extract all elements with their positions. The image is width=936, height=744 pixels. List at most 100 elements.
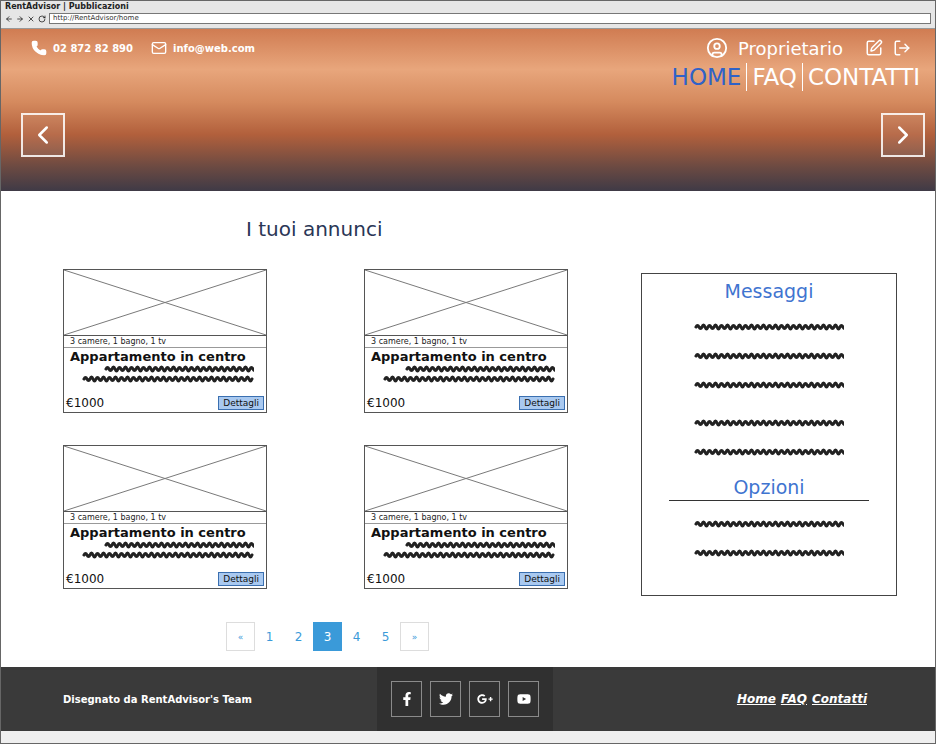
listing-description <box>365 364 567 384</box>
listing-card: 3 camere, 1 bagno, 1 tvAppartamento in c… <box>63 269 267 413</box>
sidebar-section: Opzioni <box>642 474 896 567</box>
details-button[interactable]: Dettagli <box>218 572 264 586</box>
url-field[interactable]: http://RentAdvisor/home <box>49 13 931 24</box>
image-placeholder <box>64 446 266 512</box>
email: info@web.com <box>151 40 255 56</box>
edit-icon[interactable] <box>865 39 883 57</box>
page-link[interactable]: 1 <box>255 622 284 651</box>
listings-column: I tuoi annunci3 camere, 1 bagno, 1 tvApp… <box>63 217 568 667</box>
scribble-text <box>694 519 844 529</box>
chevron-right-icon <box>888 120 918 150</box>
footer-link[interactable]: Home <box>737 692 776 706</box>
listing-footer: €1000 Dettagli <box>64 396 266 412</box>
forward-icon[interactable] <box>16 15 24 23</box>
hero-banner: 02 872 82 890 info@web.com Proprietario HOM… <box>1 29 935 191</box>
footer-links: Home FAQ Contatti <box>553 692 935 706</box>
scribble-text <box>405 540 555 550</box>
listing-card: 3 camere, 1 bagno, 1 tvAppartamento in c… <box>63 445 267 589</box>
listing-title: Appartamento in centro <box>64 524 266 540</box>
user-name[interactable]: Proprietario <box>738 38 843 59</box>
stop-icon[interactable] <box>27 15 35 23</box>
listing-features: 3 camere, 1 bagno, 1 tv <box>64 336 266 348</box>
listing-description <box>64 364 266 384</box>
page: RentAdvisor | Pubblicazionihttp://RentAd… <box>0 0 936 744</box>
footer-link[interactable]: Contatti <box>812 692 867 706</box>
user-menu: Proprietario <box>706 37 911 59</box>
sidebar-title: Opzioni <box>669 474 869 501</box>
hero-top-bar: 02 872 82 890 info@web.com Proprietario <box>31 33 911 63</box>
carousel-next[interactable] <box>881 113 925 157</box>
nav-link[interactable]: HOME <box>667 63 747 91</box>
footer: Disegnato da RentAdvisor's Team Home FAQ Co… <box>1 667 935 731</box>
footer-credit: Disegnato da RentAdvisor's Team <box>1 694 377 705</box>
scribble-text <box>694 380 844 390</box>
footer-link[interactable]: FAQ <box>781 692 807 706</box>
details-button[interactable]: Dettagli <box>519 572 565 586</box>
details-button[interactable]: Dettagli <box>218 396 264 410</box>
listing-features: 3 camere, 1 bagno, 1 tv <box>365 336 567 348</box>
page-link[interactable]: 3 <box>313 622 342 651</box>
scribble-text <box>82 550 254 560</box>
user-icon[interactable] <box>706 37 728 59</box>
scribble-text <box>405 364 555 374</box>
listing-title: Appartamento in centro <box>365 524 567 540</box>
page-link[interactable]: » <box>400 622 429 651</box>
carousel-prev[interactable] <box>21 113 65 157</box>
back-icon[interactable] <box>5 15 13 23</box>
phone: 02 872 82 890 <box>31 40 133 56</box>
window-bottom <box>1 731 935 743</box>
listing-grid: 3 camere, 1 bagno, 1 tvAppartamento in c… <box>63 269 568 589</box>
listing-price: €1000 <box>66 396 104 410</box>
page-link[interactable]: 5 <box>371 622 400 651</box>
sidebar-title: Messaggi <box>725 278 814 304</box>
page-link[interactable]: « <box>226 622 255 651</box>
sidebar-item[interactable] <box>694 413 844 432</box>
details-button[interactable]: Dettagli <box>519 396 565 410</box>
scribble-text <box>694 418 844 428</box>
image-placeholder <box>365 446 567 512</box>
sidebar-item[interactable] <box>694 375 844 394</box>
reload-icon[interactable] <box>38 15 46 23</box>
scribble-text <box>694 351 844 361</box>
nav-link[interactable]: FAQ <box>746 63 802 91</box>
section-title: I tuoi annunci <box>246 217 568 241</box>
sidebar-item[interactable] <box>694 346 844 365</box>
googleplus-icon <box>477 691 493 707</box>
logout-icon[interactable] <box>893 39 911 57</box>
carousel-controls <box>21 113 925 157</box>
browser-toolbar: http://RentAdvisor/home <box>5 13 931 24</box>
twitter-button[interactable] <box>430 681 461 717</box>
scribble-text <box>694 548 844 558</box>
listing-footer: €1000 Dettagli <box>64 572 266 588</box>
sidebar-item[interactable] <box>694 514 844 533</box>
listing-price: €1000 <box>367 572 405 586</box>
contacts: 02 872 82 890 info@web.com <box>31 40 255 56</box>
scribble-text <box>694 447 844 457</box>
nav-link[interactable]: CONTATTI <box>802 63 925 91</box>
twitter-icon <box>439 692 453 706</box>
listing-description <box>365 540 567 560</box>
page-link[interactable]: 4 <box>342 622 371 651</box>
listing-card: 3 camere, 1 bagno, 1 tvAppartamento in c… <box>364 269 568 413</box>
listing-card: 3 camere, 1 bagno, 1 tvAppartamento in c… <box>364 445 568 589</box>
youtube-button[interactable] <box>508 681 539 717</box>
listing-title: Appartamento in centro <box>64 348 266 364</box>
scribble-text <box>104 364 254 374</box>
phone-icon <box>31 40 47 56</box>
scribble-text <box>383 550 555 560</box>
googleplus-button[interactable] <box>469 681 500 717</box>
listing-features: 3 camere, 1 bagno, 1 tv <box>64 512 266 524</box>
scribble-text <box>104 540 254 550</box>
listing-features: 3 camere, 1 bagno, 1 tv <box>365 512 567 524</box>
sidebar-item[interactable] <box>694 543 844 562</box>
browser-bar: RentAdvisor | Pubblicazionihttp://RentAd… <box>1 1 935 29</box>
facebook-button[interactable] <box>391 681 422 717</box>
sidebar: Messaggi Opzioni <box>641 273 897 596</box>
sidebar-item[interactable] <box>694 317 844 336</box>
sidebar-item[interactable] <box>694 442 844 461</box>
main-content: I tuoi annunci3 camere, 1 bagno, 1 tvApp… <box>1 191 935 667</box>
listing-price: €1000 <box>66 572 104 586</box>
image-placeholder <box>64 270 266 336</box>
scribble-text <box>383 374 555 384</box>
page-link[interactable]: 2 <box>284 622 313 651</box>
